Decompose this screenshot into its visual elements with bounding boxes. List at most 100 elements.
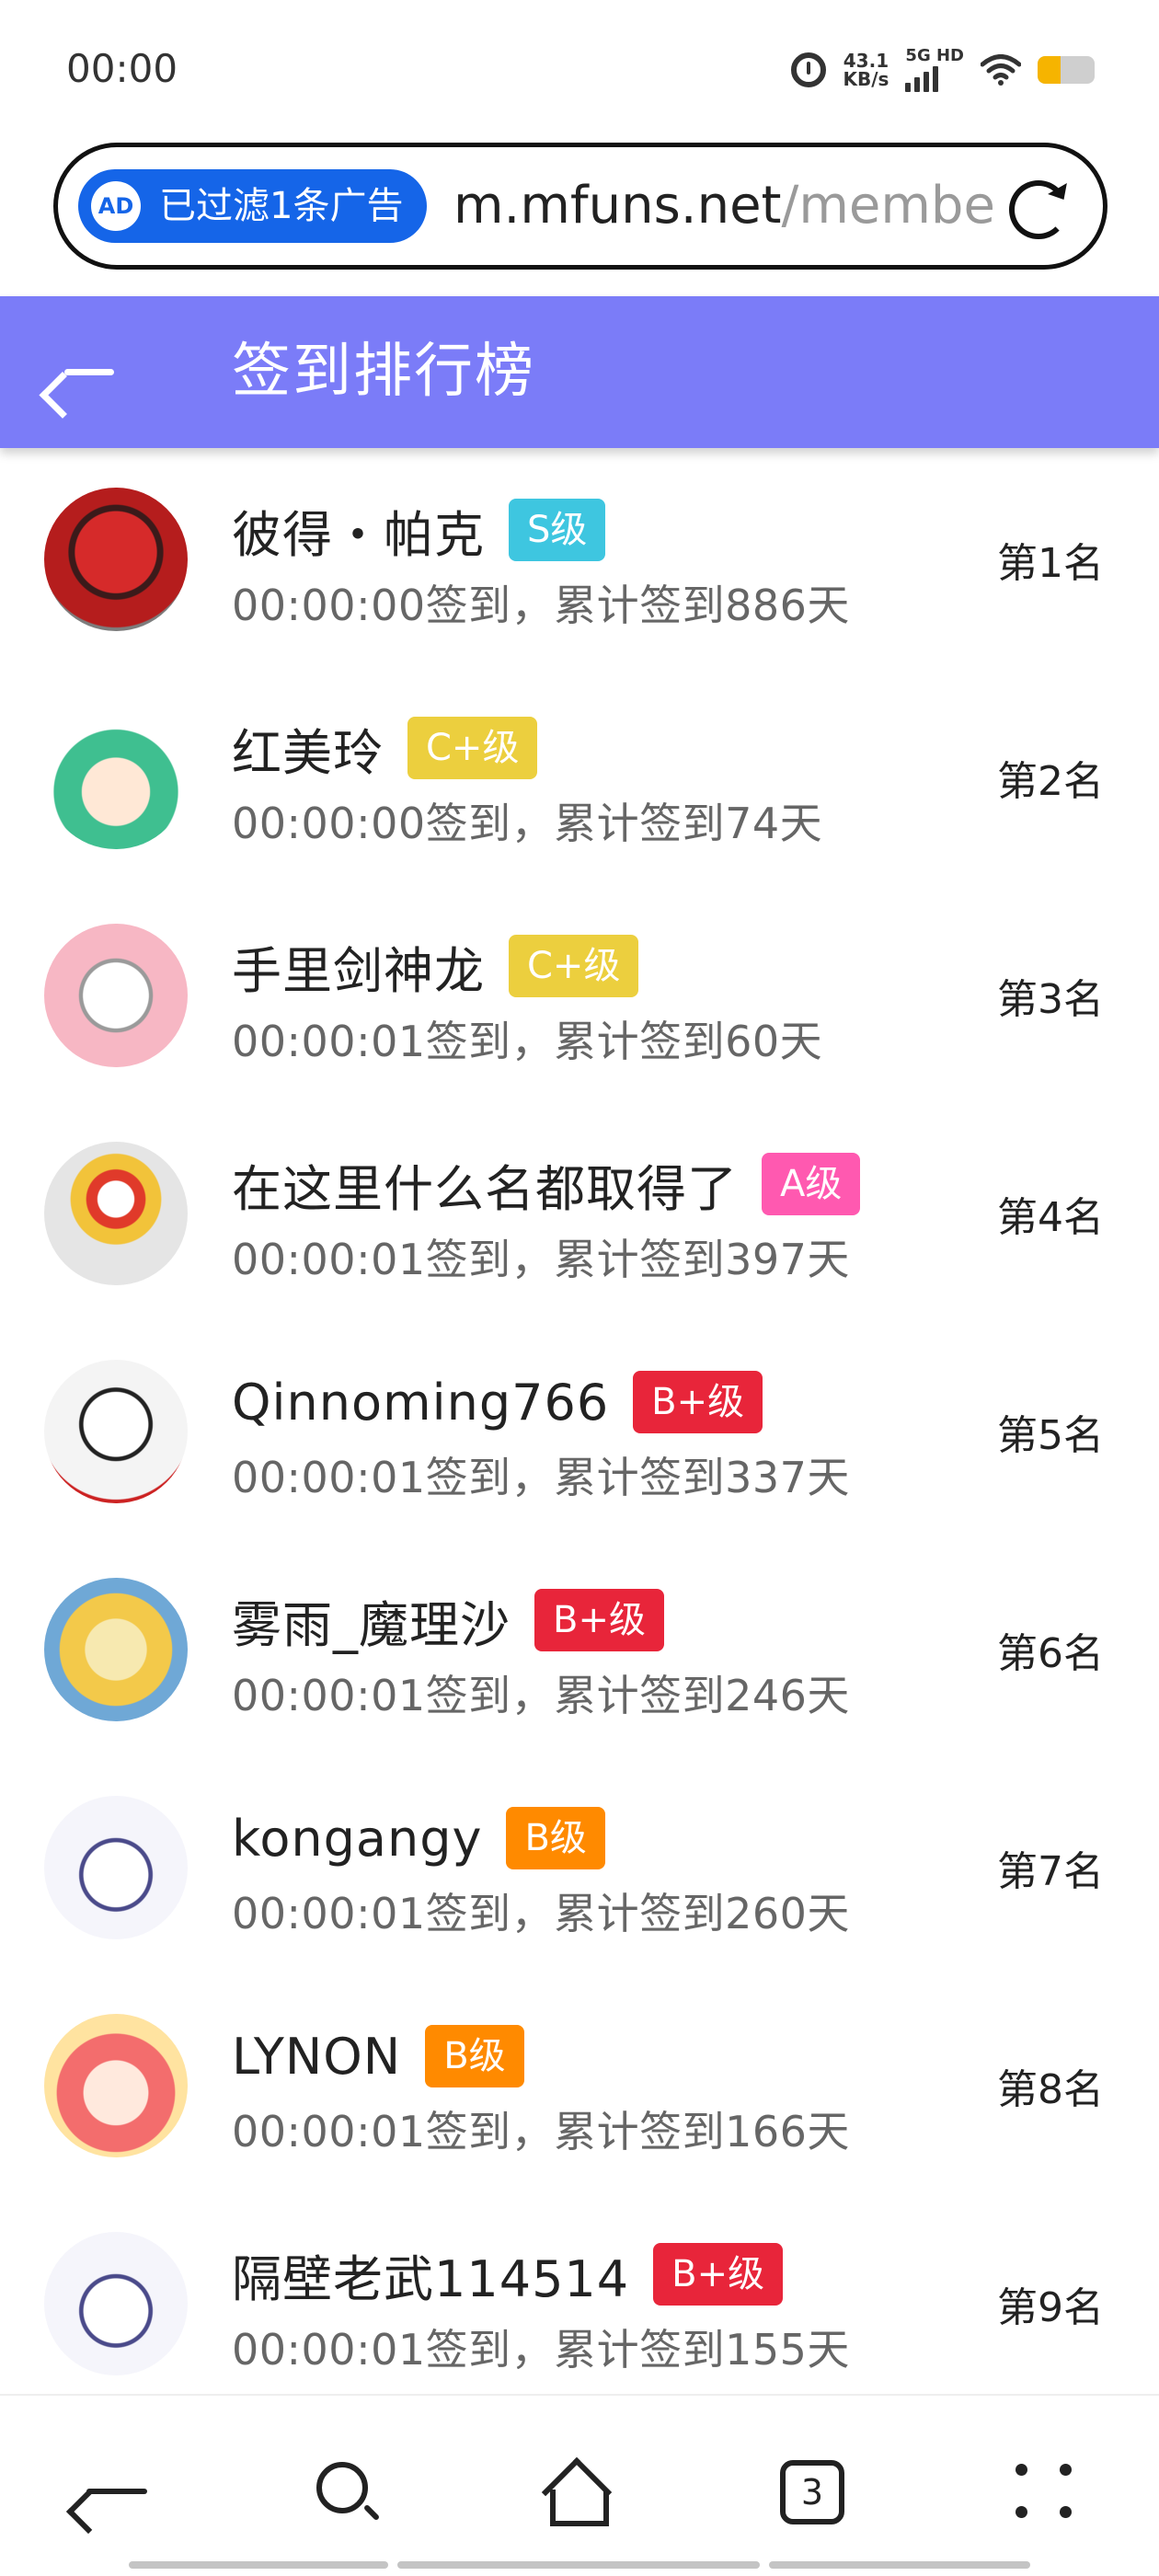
status-bar: 00:00 43.1 KB/s 5G HD xyxy=(0,0,1159,138)
rank-label: 第4名 xyxy=(997,1194,1104,1241)
address-bar[interactable]: AD 已过滤1条广告 m.mfuns.net/membe xyxy=(53,143,1107,270)
checkin-time: 00:00:01签到， xyxy=(232,1017,555,1066)
checkin-time: 00:00:01签到， xyxy=(232,2325,555,2375)
rank-label: 第2名 xyxy=(997,758,1104,805)
bottom-nav: 3 xyxy=(0,2394,1159,2576)
checkin-total: 累计签到397天 xyxy=(554,1235,850,1284)
alarm-icon xyxy=(791,52,827,87)
checkin-time: 00:00:01签到， xyxy=(232,2107,555,2156)
avatar[interactable] xyxy=(44,924,188,1067)
rank-label: 第7名 xyxy=(997,1848,1104,1895)
rank-label: 第6名 xyxy=(997,1630,1104,1677)
ranking-row[interactable]: 在这里什么名都取得了 A级 00:00:01签到，累计签到397天 第4名 xyxy=(0,1114,1159,1332)
checkin-info: 00:00:01签到，累计签到337天 xyxy=(232,1444,850,1505)
url-text[interactable]: m.mfuns.net/membe xyxy=(453,169,1024,243)
menu-icon[interactable] xyxy=(1008,2455,1082,2528)
checkin-time: 00:00:01签到， xyxy=(232,1671,555,1720)
avatar[interactable] xyxy=(44,1578,188,1721)
url-path: /membe xyxy=(781,176,995,236)
level-badge: B级 xyxy=(506,1807,605,1869)
avatar[interactable] xyxy=(44,488,188,631)
user-name[interactable]: 隔壁老武114514 xyxy=(232,2238,629,2311)
ranking-row[interactable]: kongangy B级 00:00:01签到，累计签到260天 第7名 xyxy=(0,1768,1159,1986)
avatar[interactable] xyxy=(44,706,188,849)
user-name[interactable]: 红美玲 xyxy=(232,712,384,785)
tabs-icon[interactable]: 3 xyxy=(775,2455,848,2528)
checkin-total: 累计签到246天 xyxy=(554,1671,850,1720)
user-name[interactable]: 彼得・帕克 xyxy=(232,494,485,567)
user-name[interactable]: LYNON xyxy=(232,2028,401,2086)
gesture-bar-right xyxy=(769,2561,1030,2569)
checkin-info: 00:00:01签到，累计签到246天 xyxy=(232,1662,850,1723)
user-name[interactable]: kongangy xyxy=(232,1810,482,1868)
name-line: 雾雨_魔理沙 B+级 xyxy=(232,1585,664,1655)
net-speed: 43.1 KB/s xyxy=(843,52,889,88)
level-badge: C+级 xyxy=(509,935,639,997)
ranking-row[interactable]: 隔壁老武114514 B+级 00:00:01签到，累计签到155天 第9名 xyxy=(0,2204,1159,2422)
page-title: 签到排行榜 xyxy=(232,338,535,406)
checkin-total: 累计签到260天 xyxy=(554,1889,850,1938)
battery-icon xyxy=(1038,56,1095,84)
user-name[interactable]: 雾雨_魔理沙 xyxy=(232,1584,511,1657)
name-line: 彼得・帕克 S级 xyxy=(232,494,606,567)
back-arrow-icon[interactable] xyxy=(39,344,121,419)
back-icon[interactable] xyxy=(65,2455,155,2535)
checkin-info: 00:00:01签到，累计签到166天 xyxy=(232,2099,850,2159)
checkin-info: 00:00:01签到，累计签到397天 xyxy=(232,1226,850,1287)
avatar[interactable] xyxy=(44,1142,188,1285)
wifi-icon xyxy=(981,54,1021,86)
checkin-total: 累计签到886天 xyxy=(554,581,850,630)
reload-icon[interactable] xyxy=(1009,180,1068,239)
status-time: 00:00 xyxy=(66,46,178,91)
gesture-bar-left xyxy=(129,2561,388,2569)
checkin-total: 累计签到166天 xyxy=(554,2107,850,2156)
level-badge: A级 xyxy=(762,1153,861,1215)
signal-icon: 5G HD xyxy=(905,48,964,92)
checkin-time: 00:00:01签到， xyxy=(232,1235,555,1284)
name-line: 隔壁老武114514 B+级 xyxy=(232,2238,784,2311)
ranking-row[interactable]: LYNON B级 00:00:01签到，累计签到166天 第8名 xyxy=(0,1986,1159,2204)
checkin-info: 00:00:01签到，累计签到60天 xyxy=(232,1008,822,1069)
ranking-row[interactable]: 手里剑神龙 C+级 00:00:01签到，累计签到60天 第3名 xyxy=(0,896,1159,1114)
level-badge: B+级 xyxy=(653,2243,784,2306)
avatar[interactable] xyxy=(44,2014,188,2157)
rank-label: 第5名 xyxy=(997,1412,1104,1459)
checkin-info: 00:00:01签到，累计签到260天 xyxy=(232,1880,850,1941)
ranking-list: 彼得・帕克 S级 00:00:00签到，累计签到886天 第1名 红美玲 C+级 00:00… xyxy=(0,460,1159,2422)
rank-label: 第1名 xyxy=(997,540,1104,587)
name-line: kongangy B级 xyxy=(232,1803,605,1873)
ad-filter-text: 已过滤1条广告 xyxy=(159,185,404,227)
ranking-row[interactable]: 彼得・帕克 S级 00:00:00签到，累计签到886天 第1名 xyxy=(0,460,1159,678)
name-line: 手里剑神龙 C+级 xyxy=(232,930,639,1003)
checkin-time: 00:00:00签到， xyxy=(232,799,555,848)
ranking-row[interactable]: Qinnoming766 B+级 00:00:01签到，累计签到337天 第5名 xyxy=(0,1332,1159,1550)
status-icons: 43.1 KB/s 5G HD xyxy=(791,48,1095,92)
ranking-row[interactable]: 雾雨_魔理沙 B+级 00:00:01签到，累计签到246天 第6名 xyxy=(0,1550,1159,1768)
checkin-total: 累计签到155天 xyxy=(554,2325,850,2375)
avatar[interactable] xyxy=(44,1360,188,1503)
checkin-info: 00:00:00签到，累计签到886天 xyxy=(232,572,850,633)
gesture-bar-center xyxy=(397,2561,760,2569)
avatar[interactable] xyxy=(44,2232,188,2375)
rank-label: 第9名 xyxy=(997,2284,1104,2331)
user-name[interactable]: Qinnoming766 xyxy=(232,1374,609,1432)
ad-filter-pill[interactable]: AD 已过滤1条广告 xyxy=(78,169,428,243)
level-badge: B+级 xyxy=(633,1371,763,1433)
name-line: LYNON B级 xyxy=(232,2021,524,2091)
rank-label: 第8名 xyxy=(997,2066,1104,2113)
user-name[interactable]: 在这里什么名都取得了 xyxy=(232,1148,738,1221)
user-name[interactable]: 手里剑神龙 xyxy=(232,930,485,1003)
rank-label: 第3名 xyxy=(997,976,1104,1023)
avatar[interactable] xyxy=(44,1796,188,1939)
net-speed-value: 43.1 xyxy=(843,50,889,72)
checkin-total: 累计签到60天 xyxy=(554,1017,823,1066)
home-icon[interactable] xyxy=(541,2455,616,2528)
checkin-info: 00:00:00签到，累计签到74天 xyxy=(232,790,822,851)
ranking-row[interactable]: 红美玲 C+级 00:00:00签到，累计签到74天 第2名 xyxy=(0,678,1159,896)
level-badge: C+级 xyxy=(407,717,538,779)
checkin-total: 累计签到74天 xyxy=(554,799,823,848)
search-icon[interactable] xyxy=(309,2455,383,2528)
checkin-total: 累计签到337天 xyxy=(554,1453,850,1502)
name-line: Qinnoming766 B+级 xyxy=(232,1367,763,1437)
name-line: 红美玲 C+级 xyxy=(232,712,538,785)
